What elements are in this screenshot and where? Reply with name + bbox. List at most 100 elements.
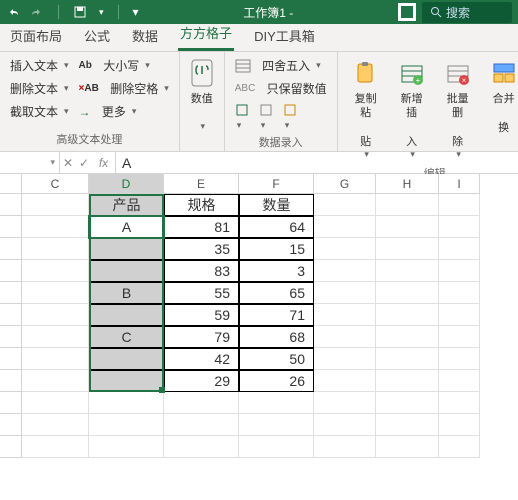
row-header[interactable] bbox=[0, 238, 22, 260]
cell[interactable] bbox=[439, 216, 480, 238]
undo-icon[interactable] bbox=[6, 5, 20, 19]
row-header[interactable] bbox=[0, 370, 22, 392]
col-header-D[interactable]: D bbox=[89, 174, 164, 194]
cell[interactable] bbox=[89, 348, 164, 370]
cell[interactable] bbox=[314, 370, 376, 392]
cell[interactable] bbox=[376, 216, 439, 238]
cell[interactable] bbox=[376, 304, 439, 326]
cell[interactable]: 数量 bbox=[239, 194, 314, 216]
cell[interactable] bbox=[239, 436, 314, 458]
cell[interactable] bbox=[439, 348, 480, 370]
mini-cmd-2[interactable]: ▾ bbox=[259, 103, 273, 131]
mini-cmd-1[interactable]: ▾ bbox=[235, 103, 249, 131]
row-header[interactable] bbox=[0, 216, 22, 238]
cell[interactable]: 15 bbox=[239, 238, 314, 260]
cell[interactable] bbox=[22, 282, 89, 304]
more-cmd[interactable]: → 更多▾ bbox=[77, 102, 171, 121]
cell[interactable] bbox=[376, 238, 439, 260]
cell[interactable] bbox=[376, 370, 439, 392]
cell[interactable] bbox=[22, 304, 89, 326]
cell[interactable] bbox=[22, 194, 89, 216]
cell[interactable]: 71 bbox=[239, 304, 314, 326]
remove-space-cmd[interactable]: ×AB 删除空格▾ bbox=[77, 79, 171, 98]
cell[interactable] bbox=[376, 348, 439, 370]
cell[interactable]: 81 bbox=[164, 216, 239, 238]
cell[interactable]: 3 bbox=[239, 260, 314, 282]
row-header[interactable] bbox=[0, 348, 22, 370]
cell[interactable] bbox=[314, 436, 376, 458]
keep-numeric-cmd[interactable]: ABC 只保留数值 bbox=[233, 79, 329, 98]
row-header[interactable] bbox=[0, 392, 22, 414]
cell[interactable] bbox=[376, 326, 439, 348]
insert-new-button[interactable]: + 新增插入▾ bbox=[392, 56, 432, 163]
cell[interactable] bbox=[89, 238, 164, 260]
row-header[interactable] bbox=[0, 282, 22, 304]
cell[interactable] bbox=[22, 348, 89, 370]
cell[interactable] bbox=[239, 392, 314, 414]
cell[interactable]: 规格 bbox=[164, 194, 239, 216]
cell[interactable]: 59 bbox=[164, 304, 239, 326]
cell[interactable]: 79 bbox=[164, 326, 239, 348]
cell[interactable] bbox=[439, 392, 480, 414]
cell[interactable] bbox=[439, 304, 480, 326]
row-header[interactable] bbox=[0, 194, 22, 216]
cell[interactable]: 64 bbox=[239, 216, 314, 238]
select-all-corner[interactable] bbox=[0, 174, 22, 194]
name-box[interactable]: ▾ bbox=[0, 152, 60, 173]
cell[interactable] bbox=[439, 282, 480, 304]
cell[interactable] bbox=[22, 370, 89, 392]
cell[interactable] bbox=[22, 326, 89, 348]
fx-icon[interactable]: fx bbox=[92, 152, 116, 173]
cell[interactable] bbox=[314, 260, 376, 282]
trim-text-cmd[interactable]: 截取文本▾ bbox=[8, 102, 71, 121]
numeric-button[interactable]: 数值▾ bbox=[182, 56, 222, 134]
cell[interactable] bbox=[314, 326, 376, 348]
cell[interactable] bbox=[314, 238, 376, 260]
cell[interactable] bbox=[314, 414, 376, 436]
cell[interactable] bbox=[22, 238, 89, 260]
tab-1[interactable]: 公式 bbox=[82, 21, 112, 51]
cell[interactable]: 产品 bbox=[89, 194, 164, 216]
cell[interactable]: 42 bbox=[164, 348, 239, 370]
cell[interactable] bbox=[89, 392, 164, 414]
cell[interactable] bbox=[314, 282, 376, 304]
round-cmd[interactable]: 四舍五入▾ bbox=[233, 56, 329, 75]
cancel-icon[interactable]: ✕ bbox=[60, 156, 76, 170]
case-cmd[interactable]: Ab 大小写▾ bbox=[77, 56, 171, 75]
batch-delete-button[interactable]: × 批量删除▾ bbox=[438, 56, 478, 163]
cell[interactable] bbox=[89, 370, 164, 392]
formula-bar[interactable]: A bbox=[116, 155, 518, 171]
cell[interactable] bbox=[164, 414, 239, 436]
cell[interactable] bbox=[439, 238, 480, 260]
cell[interactable] bbox=[439, 414, 480, 436]
cell[interactable] bbox=[439, 326, 480, 348]
cell[interactable] bbox=[89, 304, 164, 326]
cell[interactable] bbox=[314, 392, 376, 414]
cell[interactable]: 65 bbox=[239, 282, 314, 304]
cell[interactable] bbox=[314, 304, 376, 326]
cell[interactable] bbox=[89, 436, 164, 458]
tab-3[interactable]: 方方格子 bbox=[178, 18, 234, 51]
cell[interactable] bbox=[314, 216, 376, 238]
cell[interactable] bbox=[22, 216, 89, 238]
col-header-C[interactable]: C bbox=[22, 174, 89, 194]
col-header-E[interactable]: E bbox=[164, 174, 239, 194]
tab-2[interactable]: 数据 bbox=[130, 21, 160, 51]
col-header-H[interactable]: H bbox=[376, 174, 439, 194]
row-header[interactable] bbox=[0, 326, 22, 348]
tab-0[interactable]: 页面布局 bbox=[8, 21, 64, 51]
cell[interactable] bbox=[439, 436, 480, 458]
copy-paste-button[interactable]: 复制粘贴▾ bbox=[346, 56, 386, 163]
search-box[interactable]: 搜索 bbox=[422, 2, 512, 23]
mini-cmd-3[interactable]: ▾ bbox=[283, 103, 297, 131]
cell[interactable] bbox=[164, 436, 239, 458]
cell[interactable] bbox=[314, 348, 376, 370]
cell[interactable] bbox=[239, 414, 314, 436]
redo-icon[interactable] bbox=[30, 5, 44, 19]
cell[interactable] bbox=[22, 414, 89, 436]
cell[interactable]: 35 bbox=[164, 238, 239, 260]
cell[interactable] bbox=[376, 260, 439, 282]
cell[interactable]: A bbox=[89, 216, 164, 238]
delete-text-cmd[interactable]: 删除文本▾ bbox=[8, 79, 71, 98]
cell[interactable] bbox=[439, 260, 480, 282]
